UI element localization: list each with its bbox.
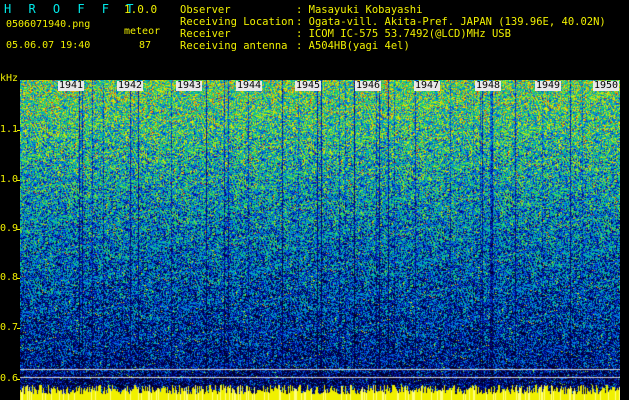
header-panel: H R O F F T 1.0.0 0506071940.png meteor … xyxy=(0,0,629,80)
freq-tick-mark xyxy=(17,379,20,380)
meteor-label: meteor xyxy=(124,26,161,37)
freq-tick-label: 1.1 xyxy=(0,124,19,135)
capture-datetime: 05.06.07 19:40 xyxy=(6,40,91,51)
info-label-location: Receiving Location xyxy=(180,16,294,28)
info-value-location: : Ogata-vill. Akita-Pref. JAPAN (139.96E… xyxy=(296,16,606,28)
info-label-receiver: Receiver xyxy=(180,28,231,40)
freq-tick-label: 1.0 xyxy=(0,174,19,185)
freq-tick-label: 0.7 xyxy=(0,322,19,333)
hour-label: 1943 xyxy=(176,80,203,91)
info-value-antenna: : A504HB(yagi 4el) xyxy=(296,40,410,52)
hour-label: 1946 xyxy=(355,80,382,91)
hour-label: 1944 xyxy=(236,80,263,91)
app-version: 1.0.0 xyxy=(124,3,158,16)
hour-label: 1949 xyxy=(535,80,562,91)
info-value-receiver: : ICOM IC-575 53.7492(@LCD)MHz USB xyxy=(296,28,511,40)
info-value-observer: : Masayuki Kobayashi xyxy=(296,4,423,16)
freq-tick-mark xyxy=(17,130,20,131)
freq-tick-label: 0.6 xyxy=(0,373,19,384)
hour-label: 1941 xyxy=(58,80,85,91)
freq-tick-mark xyxy=(17,229,20,230)
spectrogram-plot[interactable] xyxy=(20,80,620,400)
freq-tick-label: 0.9 xyxy=(0,223,19,234)
freq-tick-label: 0.8 xyxy=(0,272,19,283)
freq-tick-mark xyxy=(17,278,20,279)
info-label-antenna: Receiving antenna xyxy=(180,40,288,52)
frequency-axis: 1.1 1.0 0.9 0.8 0.7 0.6 xyxy=(0,80,20,400)
meteor-count: 87 xyxy=(139,40,152,51)
freq-tick-mark xyxy=(17,180,20,181)
hour-label: 1948 xyxy=(475,80,502,91)
hour-label: 1945 xyxy=(295,80,322,91)
app-brand: H R O F F T xyxy=(4,2,139,16)
hour-label: 1947 xyxy=(414,80,441,91)
hour-label: 1950 xyxy=(593,80,620,91)
info-label-observer: Observer xyxy=(180,4,231,16)
file-name: 0506071940.png xyxy=(6,19,91,30)
freq-tick-mark xyxy=(17,328,20,329)
hour-label: 1942 xyxy=(117,80,144,91)
